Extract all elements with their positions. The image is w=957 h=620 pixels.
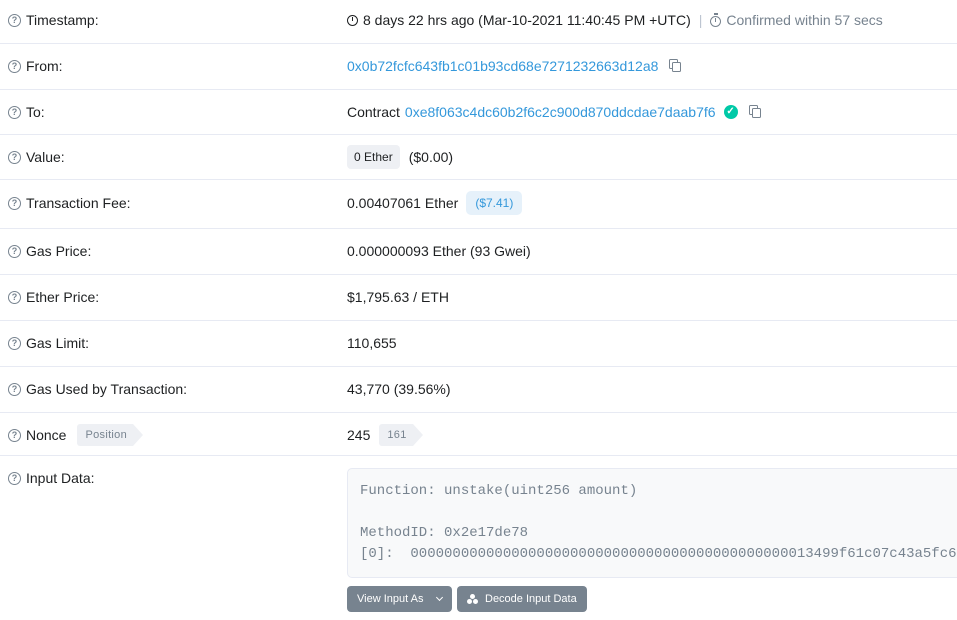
- from-label: From:: [26, 58, 63, 74]
- separator: |: [698, 12, 703, 28]
- input-line-param0: [0]: 00000000000000000000000000000000000…: [360, 546, 957, 562]
- to-label: To:: [26, 104, 45, 120]
- from-label-group: ? From:: [8, 58, 63, 74]
- decode-input-label: Decode Input Data: [485, 593, 577, 605]
- question-circle-icon[interactable]: ?: [8, 428, 21, 442]
- ether-price-label: Ether Price:: [26, 289, 100, 305]
- gas-used-row: ? Gas Used by Transaction: 43,770 (39.56…: [0, 367, 957, 413]
- stopwatch-icon: [710, 12, 722, 27]
- fee-value: 0.00407061 Ether ($7.41): [347, 191, 523, 215]
- nonce-row: ? Nonce Position 245 161: [0, 413, 957, 456]
- to-address-link[interactable]: 0xe8f063c4dc60b2f6c2c900d870ddcdae7daab7…: [405, 104, 716, 120]
- input-line-methodid: MethodID: 0x2e17de78: [360, 525, 529, 541]
- value-value: 0 Ether ($0.00): [347, 145, 453, 169]
- value-label-group: ? Value:: [8, 149, 65, 165]
- nonce-label: Nonce: [26, 427, 67, 443]
- from-row: ? From: 0x0b72fcfc643fb1c01b93cd68e72712…: [0, 44, 957, 90]
- gas-price-amount: 0.000000093 Ether (93 Gwei): [347, 243, 531, 259]
- gas-used-amount: 43,770 (39.56%): [347, 381, 451, 397]
- value-row: ? Value: 0 Ether ($0.00): [0, 135, 957, 180]
- question-circle-icon[interactable]: ?: [8, 290, 21, 304]
- timestamp-label: Timestamp:: [26, 12, 99, 28]
- decode-input-button[interactable]: Decode Input Data: [457, 586, 587, 612]
- value-usd: ($0.00): [408, 149, 454, 165]
- timestamp-label-group: ? Timestamp:: [8, 12, 99, 28]
- input-data-label-group: ? Input Data:: [8, 470, 95, 486]
- gas-used-label: Gas Used by Transaction:: [26, 381, 188, 397]
- gas-used-value: 43,770 (39.56%): [347, 381, 451, 397]
- fee-usd-badge: ($7.41): [466, 191, 523, 215]
- gas-used-label-group: ? Gas Used by Transaction:: [8, 381, 187, 397]
- position-value-tag: 161: [379, 424, 423, 446]
- to-label-group: ? To:: [8, 104, 45, 120]
- view-input-as-button[interactable]: View Input As: [347, 586, 453, 612]
- input-data-textarea[interactable]: Function: unstake(uint256 amount) MethodI…: [347, 468, 957, 578]
- gas-limit-label: Gas Limit:: [26, 335, 90, 351]
- value-label: Value:: [26, 149, 65, 165]
- fee-label-group: ? Transaction Fee:: [8, 195, 131, 211]
- question-circle-icon[interactable]: ?: [8, 336, 21, 350]
- gas-limit-label-group: ? Gas Limit:: [8, 335, 89, 351]
- gas-limit-value: 110,655: [347, 335, 397, 351]
- input-data-label: Input Data:: [26, 470, 95, 486]
- gas-price-value: 0.000000093 Ether (93 Gwei): [347, 243, 531, 259]
- confirmed-text: Confirmed within 57 secs: [726, 12, 883, 28]
- question-circle-icon[interactable]: ?: [8, 196, 21, 210]
- nonce-value: 245 161: [347, 424, 423, 446]
- position-tag: Position: [77, 424, 143, 446]
- copy-icon[interactable]: [748, 105, 762, 119]
- to-value: Contract 0xe8f063c4dc60b2f6c2c900d870ddc…: [347, 104, 762, 120]
- from-address-link[interactable]: 0x0b72fcfc643fb1c01b93cd68e7271232663d12…: [347, 58, 658, 74]
- question-circle-icon[interactable]: ?: [8, 59, 21, 73]
- ether-price-row: ? Ether Price: $1,795.63 / ETH: [0, 275, 957, 321]
- nonce-label-group: ? Nonce Position: [8, 424, 143, 446]
- gas-price-label-group: ? Gas Price:: [8, 243, 91, 259]
- copy-icon[interactable]: [669, 59, 682, 73]
- ether-price-value: $1,795.63 / ETH: [347, 289, 449, 305]
- gas-price-row: ? Gas Price: 0.000000093 Ether (93 Gwei): [0, 229, 957, 275]
- input-line-function: Function: unstake(uint256 amount): [360, 483, 638, 499]
- nonce-amount: 245: [347, 427, 371, 443]
- question-circle-icon[interactable]: ?: [8, 244, 21, 258]
- timestamp-value: 8 days 22 hrs ago (Mar-10-2021 11:40:45 …: [347, 12, 883, 28]
- verified-check-icon: ✓: [723, 105, 738, 119]
- fee-row: ? Transaction Fee: 0.00407061 Ether ($7.…: [0, 180, 957, 229]
- cubes-icon: [467, 594, 479, 604]
- question-circle-icon[interactable]: ?: [8, 382, 21, 396]
- fee-label: Transaction Fee:: [26, 195, 131, 211]
- chevron-down-icon: [436, 593, 444, 602]
- ether-value-badge: 0 Ether: [347, 145, 400, 169]
- to-row: ? To: Contract 0xe8f063c4dc60b2f6c2c900d…: [0, 90, 957, 135]
- fee-amount: 0.00407061 Ether: [347, 195, 459, 211]
- ether-price-amount: $1,795.63 / ETH: [347, 289, 449, 305]
- gas-limit-amount: 110,655: [347, 335, 397, 351]
- timestamp-row: ? Timestamp: 8 days 22 hrs ago (Mar-10-2…: [0, 0, 957, 44]
- question-circle-icon[interactable]: ?: [8, 105, 21, 119]
- from-value: 0x0b72fcfc643fb1c01b93cd68e7271232663d12…: [347, 58, 682, 74]
- timestamp-relative: 8 days 22 hrs ago (Mar-10-2021 11:40:45 …: [363, 12, 691, 28]
- question-circle-icon[interactable]: ?: [8, 13, 21, 27]
- view-input-as-label: View Input As: [357, 593, 424, 605]
- clock-icon: [347, 14, 358, 26]
- gas-limit-row: ? Gas Limit: 110,655: [0, 321, 957, 367]
- question-circle-icon[interactable]: ?: [8, 471, 21, 485]
- input-line-blank: [360, 502, 957, 523]
- ether-price-label-group: ? Ether Price:: [8, 289, 99, 305]
- contract-prefix: Contract: [347, 104, 400, 120]
- question-circle-icon[interactable]: ?: [8, 150, 21, 164]
- gas-price-label: Gas Price:: [26, 243, 92, 259]
